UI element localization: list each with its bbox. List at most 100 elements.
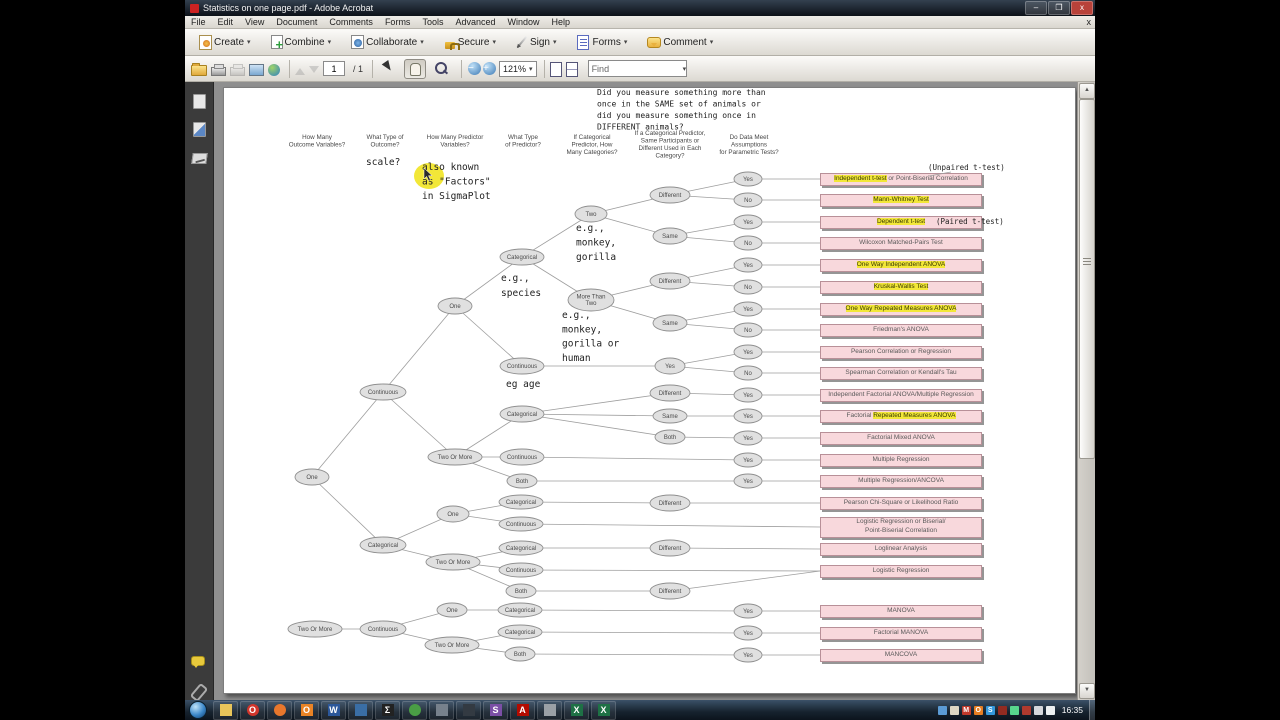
comment-label: Comment bbox=[663, 36, 707, 48]
acrobat-app-icon bbox=[190, 3, 199, 13]
select-tool-button[interactable] bbox=[378, 59, 400, 79]
tray-icon-green[interactable] bbox=[1009, 705, 1019, 715]
create-button[interactable]: Create ▾ bbox=[193, 32, 255, 53]
scroll-up-icon[interactable]: ▲ bbox=[1079, 83, 1095, 99]
find-box: ▾ bbox=[587, 60, 688, 77]
taskbar-sigmaplot[interactable]: Σ bbox=[375, 700, 400, 720]
menu-comments[interactable]: Comments bbox=[323, 16, 379, 28]
taskbar-word[interactable]: W bbox=[321, 700, 346, 720]
taskbar-opera-icon: O bbox=[246, 704, 259, 716]
comments-panel-icon[interactable] bbox=[191, 656, 207, 672]
snapshot-icon[interactable] bbox=[249, 64, 264, 76]
print-icon[interactable] bbox=[211, 63, 226, 76]
signatures-panel-icon[interactable] bbox=[190, 150, 208, 166]
tray-icon-beige[interactable] bbox=[949, 705, 959, 715]
menu-file[interactable]: File bbox=[185, 16, 212, 28]
tray-icon-red[interactable] bbox=[997, 705, 1007, 715]
taskbar-opera[interactable]: O bbox=[240, 700, 265, 720]
taskbar-chrome[interactable] bbox=[402, 700, 427, 720]
window-controls: – ❐ x bbox=[1024, 1, 1093, 15]
taskbar-skype[interactable]: S bbox=[483, 700, 508, 720]
scrollbar-thumb[interactable] bbox=[1079, 99, 1095, 459]
taskbar-firefox[interactable] bbox=[267, 700, 292, 720]
next-page-icon[interactable] bbox=[309, 65, 319, 78]
menu-view[interactable]: View bbox=[239, 16, 270, 28]
zoom-out-button[interactable]: − bbox=[468, 62, 482, 75]
comment-button[interactable]: Comment ▾ bbox=[641, 33, 717, 52]
web-icon[interactable] bbox=[268, 63, 280, 76]
tray-icon-blue[interactable] bbox=[937, 705, 947, 715]
taskbar-app-blue[interactable] bbox=[348, 700, 373, 720]
collaborate-button[interactable]: Collaborate ▾ bbox=[345, 32, 428, 52]
taskbar-excel-2[interactable]: X bbox=[591, 700, 616, 720]
previous-page-icon[interactable] bbox=[295, 63, 305, 75]
tray-network-icon[interactable] bbox=[1033, 705, 1043, 715]
page-number-input[interactable] bbox=[323, 61, 345, 76]
taskbar-acrobat-icon: A bbox=[516, 704, 529, 716]
taskbar-firefox-icon bbox=[273, 704, 286, 716]
taskbar-excel-1[interactable]: X bbox=[564, 700, 589, 720]
menu-tools[interactable]: Tools bbox=[416, 16, 449, 28]
taskbar-app-gray[interactable] bbox=[429, 700, 454, 720]
taskbar-app-dark[interactable] bbox=[456, 700, 481, 720]
comment-icon bbox=[647, 36, 662, 48]
pages-panel-icon[interactable] bbox=[191, 94, 207, 110]
sign-button[interactable]: Sign ▾ bbox=[510, 32, 561, 52]
taskbar-remote-desktop[interactable] bbox=[537, 700, 562, 720]
taskbar-sigmaplot-icon: Σ bbox=[381, 704, 394, 716]
open-file-icon[interactable] bbox=[191, 63, 207, 76]
forms-button[interactable]: Forms ▾ bbox=[570, 32, 631, 53]
secure-button[interactable]: Secure ▾ bbox=[438, 33, 500, 51]
combine-label: Combine bbox=[284, 36, 325, 48]
find-options-caret-icon[interactable]: ▾ bbox=[683, 65, 687, 73]
sign-label: Sign bbox=[529, 36, 550, 48]
find-input[interactable] bbox=[588, 62, 680, 75]
pdf-page[interactable] bbox=[223, 87, 1076, 694]
document-close-button[interactable]: x bbox=[1087, 17, 1092, 27]
taskbar-explorer[interactable] bbox=[213, 700, 238, 720]
navigation-panel-bar bbox=[185, 82, 214, 703]
zoom-level-select[interactable]: 121% ▾ bbox=[499, 60, 537, 77]
tray-volume-icon[interactable] bbox=[1045, 705, 1055, 715]
taskbar-acrobat[interactable]: A bbox=[510, 700, 535, 720]
save-icon[interactable] bbox=[230, 63, 245, 76]
menu-forms[interactable]: Forms bbox=[379, 16, 417, 28]
layers-panel-icon[interactable] bbox=[191, 122, 207, 138]
taskbar-remote-desktop-icon bbox=[543, 704, 556, 716]
menu-window[interactable]: Window bbox=[501, 16, 545, 28]
tray-icon-orange[interactable]: O bbox=[973, 705, 983, 715]
taskbar-app-dark-icon bbox=[462, 704, 475, 716]
maximize-button[interactable]: ❐ bbox=[1048, 1, 1070, 15]
menu-document[interactable]: Document bbox=[270, 16, 323, 28]
marquee-zoom-button[interactable] bbox=[430, 59, 452, 79]
toolbar-separator bbox=[289, 59, 290, 78]
vertical-scrollbar[interactable]: ▲ ▼ bbox=[1077, 82, 1095, 700]
chevron-down-icon: ▾ bbox=[709, 39, 714, 46]
single-page-view-icon[interactable] bbox=[549, 62, 562, 77]
close-button[interactable]: x bbox=[1071, 1, 1093, 15]
chevron-down-icon: ▾ bbox=[420, 39, 424, 46]
menu-advanced[interactable]: Advanced bbox=[449, 16, 501, 28]
minimize-button[interactable]: – bbox=[1025, 1, 1047, 15]
tray-volume-muted-icon[interactable] bbox=[1021, 705, 1031, 715]
tray-icon-mail[interactable]: M bbox=[961, 705, 971, 715]
chevron-down-icon: ▾ bbox=[492, 39, 496, 46]
combine-button[interactable]: Combine▾ bbox=[265, 32, 336, 52]
menu-help[interactable]: Help bbox=[546, 16, 577, 28]
start-button[interactable] bbox=[189, 701, 207, 719]
tasks-toolbar: Create▾Combine▾Collaborate▾Secure▾Sign▾F… bbox=[185, 29, 1095, 56]
menu-edit[interactable]: Edit bbox=[212, 16, 240, 28]
hand-tool-icon bbox=[409, 62, 421, 76]
show-desktop-button[interactable] bbox=[1089, 700, 1095, 720]
taskbar-openoffice[interactable]: O bbox=[294, 700, 319, 720]
windows-taskbar: O O W Σ S A X X M O S 16:35 bbox=[185, 700, 1095, 720]
document-area bbox=[214, 82, 1077, 700]
chevron-down-icon: ▾ bbox=[529, 65, 533, 73]
title-bar[interactable]: Statistics on one page.pdf - Adobe Acrob… bbox=[185, 0, 1095, 16]
attachments-panel-icon[interactable] bbox=[189, 682, 209, 703]
scrolling-view-icon[interactable] bbox=[565, 62, 578, 77]
hand-tool-button[interactable] bbox=[404, 58, 427, 79]
zoom-in-button[interactable]: + bbox=[483, 62, 497, 75]
tray-icon-skype[interactable]: S bbox=[985, 705, 995, 715]
scroll-down-icon[interactable]: ▼ bbox=[1079, 683, 1095, 699]
